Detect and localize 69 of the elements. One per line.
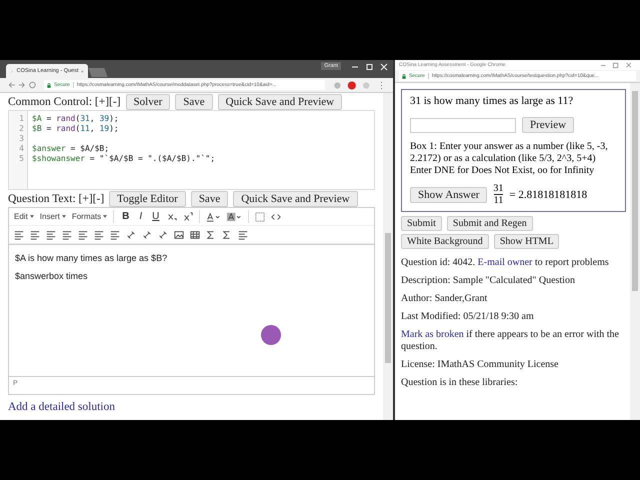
lock-icon (47, 82, 51, 88)
hint-text: Enter DNE for Does Not Exist, oo for Infinity (410, 165, 596, 177)
toolbar-button[interactable]: Solver (126, 94, 170, 110)
line-number: 1 (19, 114, 24, 123)
hint-text: Box 1: Enter your answer as a number (like 5, -3, 2.2172) or as a calculation (like 5/3, 2^3, 5+4) (410, 141, 609, 165)
sum-icon[interactable] (222, 230, 232, 240)
add-solution-link[interactable]: Add a detailed solution (8, 401, 375, 413)
caret-icon (62, 215, 66, 218)
editor-paragraph: $answerbox times (15, 271, 89, 281)
caret-icon (30, 215, 34, 218)
window-controls-icon[interactable] (349, 63, 389, 71)
action-button[interactable]: White Background (401, 234, 489, 249)
format-button[interactable]: B (120, 211, 132, 222)
common-control-label: Common Control: [+][-] (8, 96, 121, 108)
info-link[interactable]: Mark as broken (401, 329, 464, 340)
text-color-icon[interactable] (206, 212, 222, 222)
action-button[interactable]: Submit and Regen (446, 216, 533, 231)
editor-paragraph: $A is how many times as large as $B? (15, 253, 168, 263)
denominator: 11 (494, 194, 504, 206)
toolbar-button[interactable]: Quick Save and Preview (233, 190, 358, 206)
code-line: $showanswer = "`$A/$B = ".($A/$B)."`"; (32, 154, 216, 164)
format-button[interactable]: I (137, 211, 144, 222)
code-line: $B = rand(11, 19); (32, 124, 120, 134)
code-line: $answer = $A/$B; (32, 144, 110, 154)
caret-icon (103, 215, 108, 218)
scrollbar[interactable] (383, 93, 393, 420)
align-left-icon[interactable] (14, 230, 24, 240)
info-text: Question id: 4042. E-mail owner to report problems (401, 257, 610, 269)
info-text: Author: Sander,Grant (401, 293, 488, 305)
numerator: 31 (493, 183, 504, 194)
highlight-color-icon[interactable] (227, 212, 242, 222)
toolbar-button[interactable]: Save (190, 190, 228, 206)
info-text: License: IMathAS Community License (401, 359, 560, 371)
code-icon[interactable] (271, 212, 282, 222)
info-link[interactable]: E-mail owner (478, 257, 532, 268)
format-button[interactable]: U (150, 211, 162, 222)
code-editor[interactable]: 1 2 3 4 5 $A = rand(31, 39); $B = rand(11, 19); $answer = $A/$B; $showanswer = "`$A/$B = ".($A/$B)."`"; (8, 110, 375, 190)
table-icon[interactable] (190, 230, 200, 240)
show-answer-button[interactable]: Show Answer (410, 186, 488, 202)
superscript-icon[interactable] (183, 212, 194, 222)
preview-button[interactable]: Preview (522, 117, 574, 133)
line-number: 2 (19, 124, 24, 133)
editor-content-area[interactable]: $A is how many times as large as $B? $answerbox times (9, 244, 374, 376)
menu-dropdown[interactable]: Formats (72, 212, 108, 221)
line-number: 4 (19, 144, 24, 153)
question-text: 31 is how many times as large as 11? (410, 95, 574, 107)
answer-field[interactable] (410, 118, 516, 132)
mouse-cursor-highlight (261, 325, 281, 345)
toolbar-button[interactable]: Save (175, 94, 213, 110)
code-line: $A = rand(31, 39); (32, 114, 120, 124)
menu-dropdown[interactable]: Edit (14, 212, 34, 221)
toolbar-button[interactable]: Quick Save and Preview (218, 94, 342, 110)
line-number: 5 (19, 154, 24, 163)
grid-icon[interactable] (255, 212, 266, 222)
image-icon[interactable] (174, 230, 184, 240)
action-button[interactable]: Submit (401, 216, 442, 231)
line-number: 3 (19, 134, 24, 143)
menu-dropdown[interactable]: Insert (40, 212, 66, 221)
question-text-label: Question Text: [+][-] (8, 192, 104, 204)
toolbar-button[interactable]: Toggle Editor (109, 190, 186, 206)
answer-result: = 2.81818181818 (509, 188, 588, 200)
info-text: Description: Sample "Calculated" Question (401, 275, 576, 287)
info-text: Question is in these libraries: (401, 377, 519, 389)
subscript-icon[interactable] (167, 212, 178, 222)
action-button[interactable]: Show HTML (494, 234, 560, 249)
info-text: Last Modified: 05/21/18 9:30 am (401, 311, 535, 323)
scrollbar[interactable] (630, 83, 640, 420)
lock-icon (402, 74, 406, 78)
info-text: Mark as broken if there appears to be an error with the question. (401, 329, 620, 353)
